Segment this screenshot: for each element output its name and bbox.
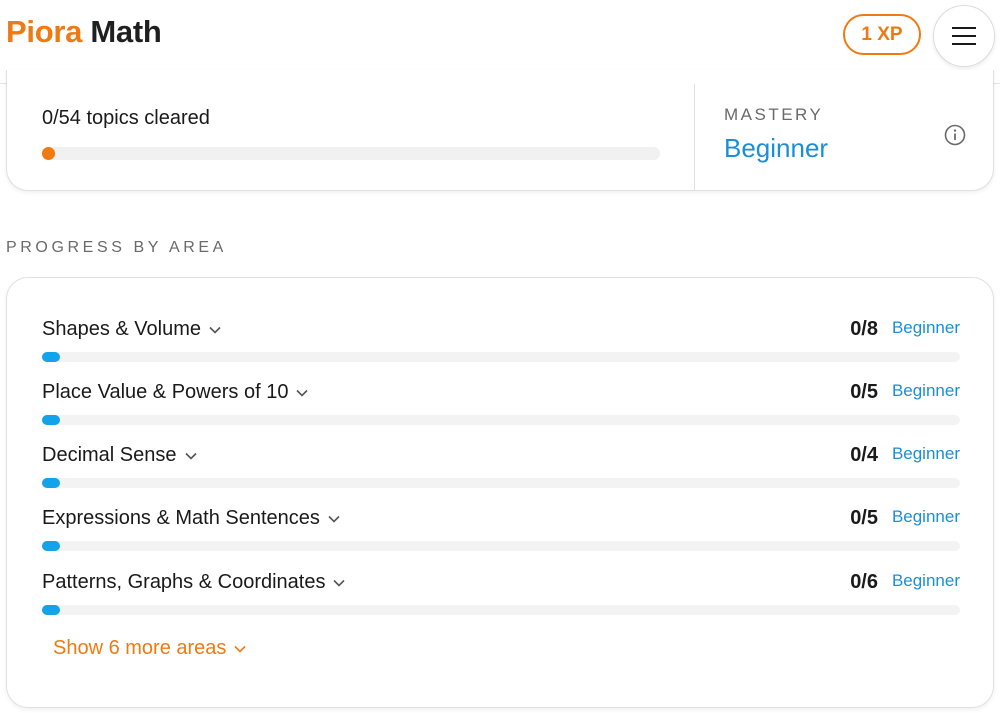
hamburger-menu-icon xyxy=(952,27,976,45)
area-name[interactable]: Patterns, Graphs & Coordinates xyxy=(42,571,346,594)
logo-brand: Piora xyxy=(6,14,83,49)
area-count: 0/8 xyxy=(850,318,878,340)
show-more-areas-button[interactable]: Show 6 more areas xyxy=(53,637,246,660)
area-progress-bar xyxy=(42,478,960,488)
area-level: Beginner xyxy=(891,444,960,463)
chevron-down-icon xyxy=(209,326,221,334)
area-name[interactable]: Expressions & Math Sentences xyxy=(42,507,340,530)
chevron-down-icon xyxy=(333,579,346,587)
area-level: Beginner xyxy=(891,381,960,400)
info-icon[interactable] xyxy=(944,124,966,146)
area-progress-bar xyxy=(42,605,960,615)
logo-product: Math xyxy=(90,14,162,49)
area-row[interactable]: Patterns, Graphs & Coordinates 0/6 Begin… xyxy=(42,571,960,621)
area-name-label: Expressions & Math Sentences xyxy=(42,507,320,529)
mastery-label: MASTERY xyxy=(724,105,824,124)
progress-by-area-card: Shapes & Volume 0/8 Beginner Place Value… xyxy=(6,277,994,708)
chevron-down-icon xyxy=(328,515,340,523)
overall-progress-bar xyxy=(42,147,660,160)
area-progress-bar xyxy=(42,415,960,425)
area-name[interactable]: Shapes & Volume xyxy=(42,318,221,341)
area-progress-fill xyxy=(42,605,60,615)
area-progress-bar xyxy=(42,541,960,551)
area-name[interactable]: Decimal Sense xyxy=(42,444,197,467)
chevron-down-icon xyxy=(296,389,309,397)
area-progress-bar xyxy=(42,352,960,362)
area-row[interactable]: Expressions & Math Sentences 0/5 Beginne… xyxy=(42,507,960,557)
area-name[interactable]: Place Value & Powers of 10 xyxy=(42,381,309,404)
area-row[interactable]: Decimal Sense 0/4 Beginner xyxy=(42,444,960,494)
menu-button[interactable] xyxy=(933,5,995,67)
summary-divider xyxy=(694,84,695,190)
area-level: Beginner xyxy=(891,318,960,337)
show-more-label: Show 6 more areas xyxy=(53,637,227,659)
topics-cleared-text: 0/54 topics cleared xyxy=(42,107,210,129)
area-row[interactable]: Shapes & Volume 0/8 Beginner xyxy=(42,318,960,368)
progress-by-area-heading: PROGRESS BY AREA xyxy=(6,239,227,256)
area-level: Beginner xyxy=(891,507,960,526)
chevron-down-icon xyxy=(234,645,246,653)
area-progress-fill xyxy=(42,478,60,488)
overall-progress-fill xyxy=(42,147,55,160)
chevron-down-icon xyxy=(184,452,197,460)
app-logo[interactable]: Piora Math xyxy=(6,14,162,50)
area-count: 0/5 xyxy=(850,507,878,529)
area-name-label: Patterns, Graphs & Coordinates xyxy=(42,571,326,593)
xp-badge[interactable]: 1 XP xyxy=(843,14,921,55)
area-count: 0/6 xyxy=(850,571,878,593)
area-row[interactable]: Place Value & Powers of 10 0/5 Beginner xyxy=(42,381,960,431)
area-name-label: Shapes & Volume xyxy=(42,318,201,340)
area-progress-fill xyxy=(42,541,60,551)
area-level: Beginner xyxy=(891,571,960,590)
area-progress-fill xyxy=(42,415,60,425)
area-count: 0/4 xyxy=(850,444,878,466)
area-name-label: Decimal Sense xyxy=(42,444,177,466)
area-progress-fill xyxy=(42,352,60,362)
mastery-value: Beginner xyxy=(724,133,829,163)
area-count: 0/5 xyxy=(850,381,878,403)
mastery-summary-card: 0/54 topics cleared MASTERY Beginner xyxy=(6,70,994,191)
area-name-label: Place Value & Powers of 10 xyxy=(42,381,289,403)
